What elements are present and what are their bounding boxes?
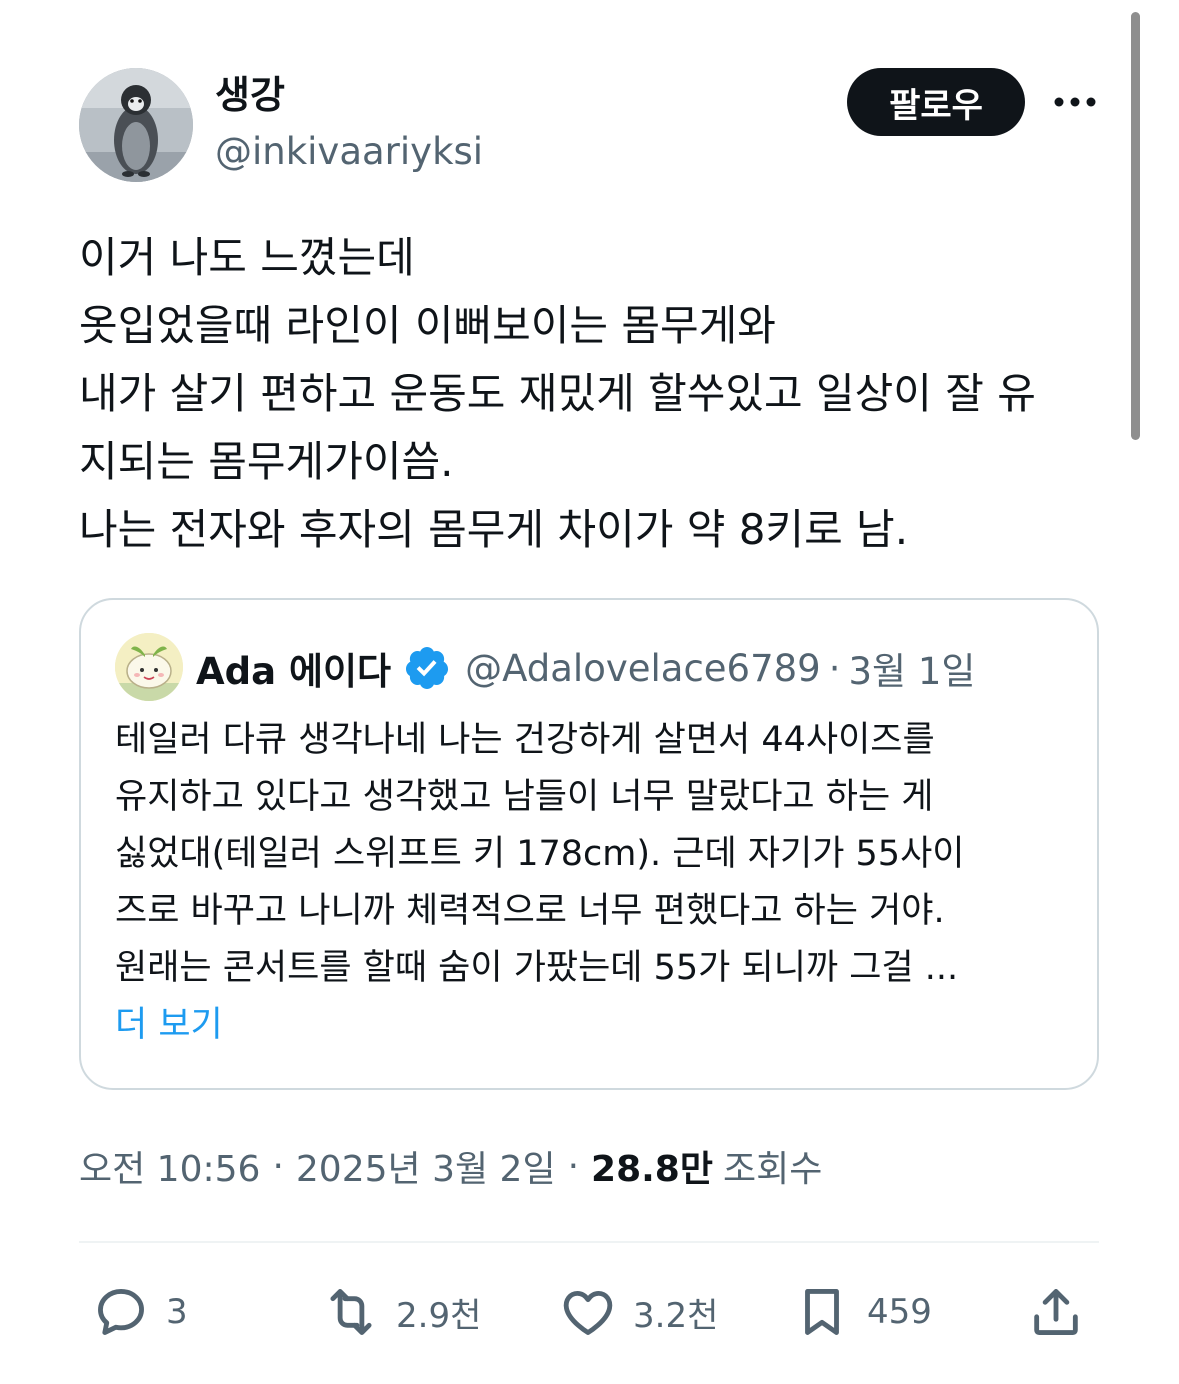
reply-count: 3 xyxy=(166,1292,188,1332)
post-text-line: 이거 나도 느꼈는데 xyxy=(79,233,415,282)
quoted-text-line: 즈로 바꾸고 나니까 체력적으로 너무 편했다고 하는 거야. xyxy=(115,891,945,931)
post-text-line: 내가 살기 편하고 운동도 재밌게 할쑤있고 일상이 잘 유 xyxy=(79,369,1036,418)
header-separator: · xyxy=(828,646,841,690)
post-time[interactable]: 오전 10:56 xyxy=(79,1140,260,1192)
post-metadata: 오전 10:56 · 2025년 3월 2일 · 28.8만 조회수 xyxy=(79,1140,822,1192)
penguin-avatar-image xyxy=(79,68,193,182)
bookmark-button[interactable]: 459 xyxy=(793,1282,932,1342)
like-count: 3.2천 xyxy=(633,1295,719,1336)
heart-icon xyxy=(563,1290,613,1335)
quoted-post-date[interactable]: 3월 1일 xyxy=(848,641,975,695)
meta-separator: · xyxy=(567,1145,580,1187)
scrollbar[interactable] xyxy=(1131,12,1140,440)
follow-button[interactable]: 팔로우 xyxy=(847,68,1025,136)
show-more-link[interactable]: 더 보기 xyxy=(115,997,1075,1054)
more-dots-icon xyxy=(1054,97,1096,107)
quoted-text-line: 테일러 다큐 생각나네 나는 건강하게 살면서 44사이즈를 xyxy=(115,720,935,760)
quoted-text-line: 싫었대(테일러 스위프트 키 178cm). 근데 자기가 55사이 xyxy=(115,834,965,874)
repost-button[interactable]: 2.9천 xyxy=(322,1282,481,1342)
repost-icon xyxy=(330,1289,372,1335)
quoted-text-line: 원래는 콘서트를 할때 숨이 가팠는데 55가 되니까 그걸 ... xyxy=(115,948,959,988)
reply-button[interactable]: 3 xyxy=(92,1282,188,1342)
bookmark-icon xyxy=(805,1289,839,1335)
post-text-line: 나는 전자와 후자의 몸무게 차이가 약 8키로 남. xyxy=(79,505,909,554)
more-options-button[interactable] xyxy=(1050,84,1100,120)
post-date[interactable]: 2025년 3월 2일 xyxy=(296,1140,556,1192)
quoted-author-handle[interactable]: @Adalovelace6789 xyxy=(465,647,821,690)
bookmark-count: 459 xyxy=(867,1292,932,1332)
verified-badge-icon xyxy=(406,647,449,689)
author-avatar[interactable] xyxy=(79,68,193,182)
views-count: 28.8만 xyxy=(591,1149,713,1190)
quoted-post-header: Ada 에이다 @Adalovelace6789 · 3월 1일 xyxy=(196,640,975,696)
divider xyxy=(79,1241,1099,1243)
character-avatar-image xyxy=(115,633,183,701)
reply-icon xyxy=(98,1289,144,1335)
quoted-author-avatar[interactable] xyxy=(115,633,183,701)
quoted-post-text: 테일러 다큐 생각나네 나는 건강하게 살면서 44사이즈를 유지하고 있다고 … xyxy=(115,712,1075,1054)
author-handle[interactable]: @inkivaariyksi xyxy=(215,129,483,175)
post-text: 이거 나도 느꼈는데 옷입었을때 라인이 이뻐보이는 몸무게와 내가 살기 편하… xyxy=(79,224,1109,564)
views-label: 조회수 xyxy=(722,1149,823,1190)
share-button[interactable] xyxy=(1027,1282,1085,1342)
quoted-author-display-name[interactable]: Ada 에이다 xyxy=(196,641,391,695)
share-icon xyxy=(1034,1289,1078,1335)
meta-separator: · xyxy=(272,1145,284,1187)
post-text-line: 옷입었을때 라인이 이뻐보이는 몸무게와 xyxy=(79,301,776,350)
like-button[interactable]: 3.2천 xyxy=(559,1282,718,1342)
post-text-line: 지되는 몸무게가이씀. xyxy=(79,437,454,486)
author-display-name[interactable]: 생강 xyxy=(215,72,285,118)
quoted-text-line: 유지하고 있다고 생각했고 남들이 너무 말랐다고 하는 게 xyxy=(115,777,934,817)
repost-count: 2.9천 xyxy=(396,1295,482,1336)
